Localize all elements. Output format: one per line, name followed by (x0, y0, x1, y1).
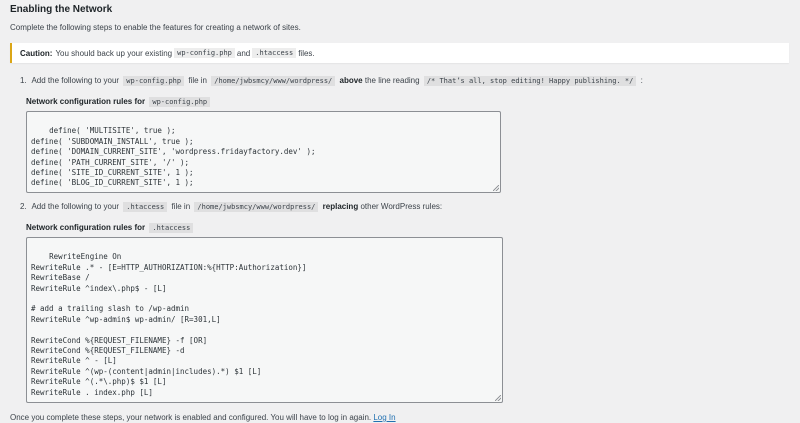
step-2-rules-code: .htaccess (149, 223, 194, 233)
step-1-number: 1. (20, 76, 27, 85)
step-2-rules-label-text: Network configuration rules for (26, 223, 146, 232)
caution-label: Caution: (20, 48, 53, 58)
resize-handle-icon[interactable] (495, 395, 501, 401)
htaccess-rules-textarea[interactable]: RewriteEngine On RewriteRule .* - [E=HTT… (26, 237, 503, 403)
step-2-text-c: other WordPress rules: (360, 202, 443, 211)
page-title: Enabling the Network (10, 4, 113, 15)
wp-config-rules-textarea[interactable]: define( 'MULTISITE', true ); define( 'SU… (26, 111, 501, 193)
step-2-bold: replacing (322, 202, 359, 211)
step-1-bold: above (339, 76, 363, 85)
wp-config-rules-content: define( 'MULTISITE', true ); define( 'SU… (31, 126, 316, 188)
step-2-text-a: Add the following to your (31, 202, 120, 211)
step-1-rules-label: Network configuration rules for wp-confi… (26, 96, 790, 108)
step-1-text-d: : (640, 76, 643, 85)
step-2-instruction: 2. Add the following to your .htaccess f… (10, 201, 790, 213)
caution-text-after: files. (298, 48, 315, 58)
step-1-rules-code: wp-config.php (149, 97, 211, 107)
step-1-rules-label-text: Network configuration rules for (26, 97, 146, 106)
caution-notice: Caution: You should back up your existin… (10, 43, 789, 63)
caution-code-wpconfig: wp-config.php (174, 48, 235, 58)
network-setup-page: Enabling the Network Complete the follow… (0, 0, 800, 423)
caution-code-htaccess: .htaccess (252, 48, 297, 58)
htaccess-rules-content: RewriteEngine On RewriteRule .* - [E=HTT… (31, 252, 307, 397)
step-1-code-path: /home/jwbsmcy/www/wordpress/ (211, 76, 336, 86)
step-2-code-path: /home/jwbsmcy/www/wordpress/ (194, 202, 319, 212)
step-1-text-b: file in (188, 76, 208, 85)
step-2-code-file: .htaccess (123, 202, 168, 212)
step-2-number: 2. (20, 202, 27, 211)
step-1-text-a: Add the following to your (31, 76, 120, 85)
step-1-text-c: the line reading (364, 76, 420, 85)
step-1-code-file: wp-config.php (123, 76, 185, 86)
intro-text: Complete the following steps to enable t… (10, 23, 301, 32)
step-1-instruction: 1. Add the following to your wp-config.p… (10, 75, 790, 87)
step-2-rules-label: Network configuration rules for .htacces… (26, 222, 790, 234)
step-1-code-line: /* That’s all, stop editing! Happy publi… (423, 76, 637, 86)
resize-handle-icon[interactable] (493, 185, 499, 191)
step-2-text-b: file in (171, 202, 191, 211)
caution-text-mid: and (236, 48, 251, 58)
caution-text-before: You should back up your existing (55, 48, 173, 58)
